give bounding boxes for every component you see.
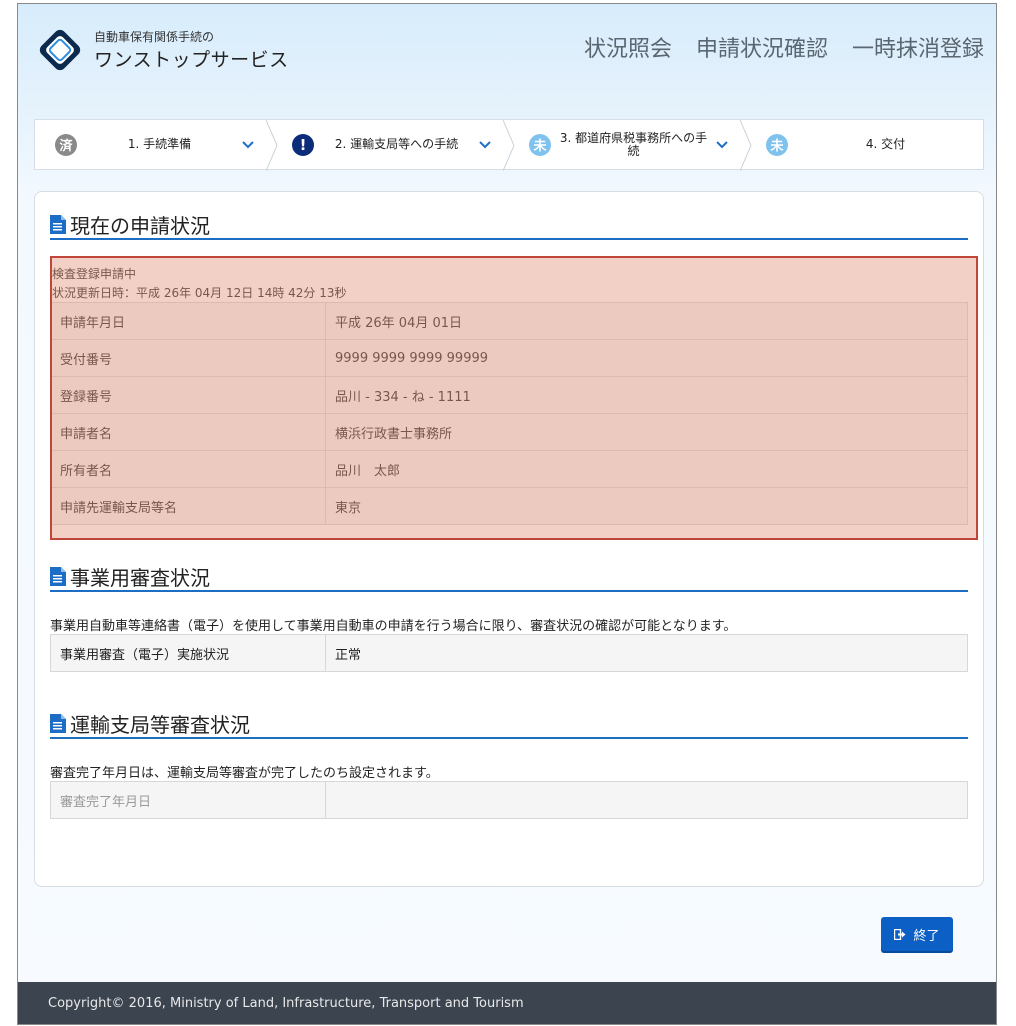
transport-review-note: 審査完了年月日は、運輸支局等審査が完了したのち設定されます。 [50, 766, 439, 781]
exit-button-label: 終了 [913, 928, 940, 944]
nav-application-status[interactable]: 申請状況確認 [696, 31, 828, 63]
table-row: 申請先運輸支局等名 東京 [50, 487, 968, 525]
section-header-transport-review: 運輸支局等審査状況 [50, 709, 968, 739]
chevron-down-icon[interactable] [479, 138, 493, 152]
row-label: 事業用審査（電子）実施状況 [50, 634, 326, 672]
exit-button[interactable]: 終了 [881, 917, 953, 951]
table-row: 受付番号 9999 9999 9999 99999 [50, 339, 968, 377]
table-row: 申請年月日 平成 26年 04月 01日 [50, 302, 968, 340]
footer: Copyright© 2016, Ministry of Land, Infra… [18, 982, 996, 1024]
row-label: 受付番号 [50, 339, 326, 377]
brand-subtitle: 自動車保有関係手続の [94, 30, 215, 44]
step-preparation[interactable]: 済 1. 手続準備 [35, 120, 278, 171]
business-review-table: 事業用審査（電子）実施状況 正常 [50, 634, 968, 672]
table-row: 申請者名 横浜行政書士事務所 [50, 413, 968, 451]
done-badge: 済 [55, 133, 77, 156]
step-tax-office[interactable]: 未 3. 都道府県税事務所への手続 [509, 120, 752, 171]
progress-stepper: 済 1. 手続準備 ! 2. 運輸支局等への手続 未 3. 都道府県税事務所への… [34, 119, 984, 171]
row-label: 申請先運輸支局等名 [50, 487, 326, 525]
step-transport-office[interactable]: ! 2. 運輸支局等への手続 [272, 120, 515, 171]
step-label: 2. 運輸支局等への手続 [334, 137, 459, 151]
content-panel: 現在の申請状況 検査登録申請中 状況更新日時：平成 26年 04月 12日 14… [34, 191, 984, 887]
application-status-table: 申請年月日 平成 26年 04月 01日 受付番号 9999 9999 9999 9… [50, 302, 968, 525]
table-row: 事業用審査（電子）実施状況 正常 [50, 634, 968, 672]
logo-icon [39, 29, 81, 71]
step-label: 3. 都道府県税事務所への手続 [559, 130, 708, 158]
row-value: 東京 [325, 487, 968, 525]
row-value: 9999 9999 9999 99999 [325, 339, 968, 377]
row-label: 申請年月日 [50, 302, 326, 340]
transport-review-table: 審査完了年月日 [50, 781, 968, 819]
row-label: 登録番号 [50, 376, 326, 414]
step-divider [266, 120, 278, 171]
chevron-down-icon[interactable] [716, 138, 730, 152]
step-divider [740, 120, 752, 171]
row-label: 申請者名 [50, 413, 326, 451]
row-label: 所有者名 [50, 450, 326, 488]
alert-badge: ! [292, 133, 314, 156]
table-row: 所有者名 品川 太郎 [50, 450, 968, 488]
top-nav: 状況照会 申請状況確認 一時抹消登録 [584, 31, 984, 63]
row-value: 正常 [325, 634, 968, 672]
section-header-business-review: 事業用審査状況 [50, 562, 968, 592]
table-row: 審査完了年月日 [50, 781, 968, 819]
step-label: 4. 交付 [865, 137, 906, 151]
step-delivery[interactable]: 未 4. 交付 [746, 120, 983, 169]
copyright-text: Copyright© 2016, Ministry of Land, Infra… [48, 995, 524, 1011]
step-label: 1. 手続準備 [127, 137, 192, 151]
row-value [325, 781, 968, 819]
row-value: 品川 太郎 [325, 450, 968, 488]
table-row: 登録番号 品川 - 334 - ね - 1111 [50, 376, 968, 414]
status-text: 検査登録申請中 [52, 267, 137, 281]
section-title: 運輸支局等審査状況 [70, 712, 250, 737]
app-window: 自動車保有関係手続の ワンストップサービス 状況照会 申請状況確認 一時抹消登録… [17, 3, 997, 1025]
nav-status-inquiry[interactable]: 状況照会 [584, 31, 672, 63]
nav-temporary-deregistration[interactable]: 一時抹消登録 [852, 31, 984, 63]
brand-title: ワンストップサービス [94, 49, 289, 71]
exit-icon [894, 928, 906, 940]
row-label: 審査完了年月日 [50, 781, 326, 819]
step-divider [503, 120, 515, 171]
section-header-current-status: 現在の申請状況 [50, 210, 968, 240]
section-title: 事業用審査状況 [70, 565, 210, 590]
document-icon [50, 566, 66, 586]
row-value: 平成 26年 04月 01日 [325, 302, 968, 340]
document-icon [50, 214, 66, 234]
document-icon [50, 713, 66, 733]
pending-badge: 未 [766, 133, 788, 156]
business-review-note: 事業用自動車等連絡書（電子）を使用して事業用自動車の申請を行う場合に限り、審査状… [50, 619, 737, 634]
row-value: 品川 - 334 - ね - 1111 [325, 376, 968, 414]
status-updated-time: 状況更新日時：平成 26年 04月 12日 14時 42分 13秒 [52, 286, 347, 300]
chevron-down-icon[interactable] [242, 138, 256, 152]
row-value: 横浜行政書士事務所 [325, 413, 968, 451]
section-title: 現在の申請状況 [70, 213, 210, 238]
pending-badge: 未 [529, 133, 551, 156]
